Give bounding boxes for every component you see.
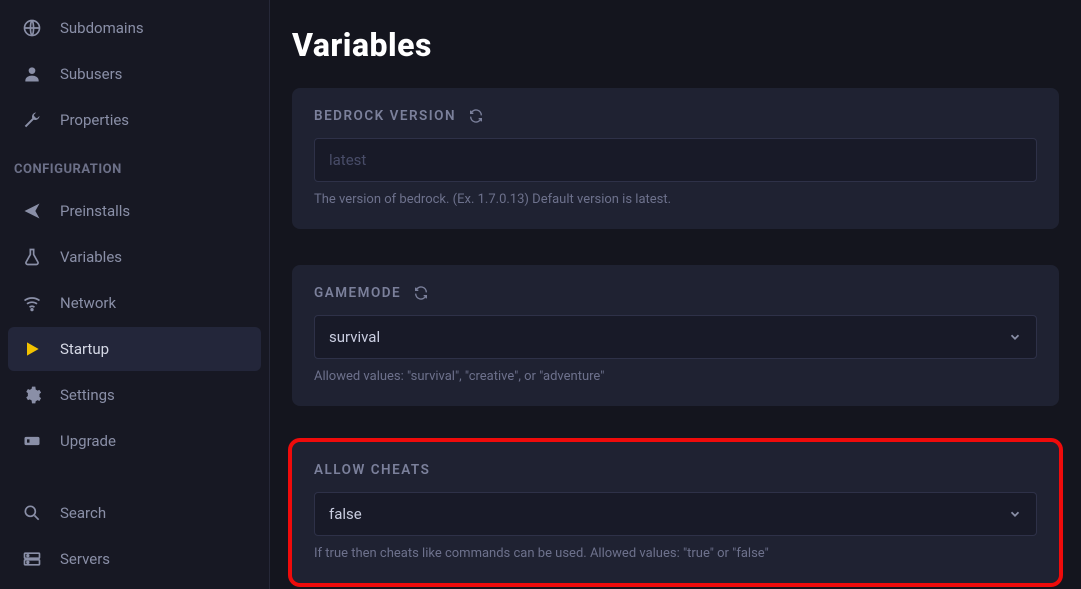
flask-icon: [22, 247, 42, 267]
sidebar-item-label: Properties: [60, 111, 129, 129]
send-icon: [22, 201, 42, 221]
page-title: Variables: [292, 26, 1059, 64]
gamemode-select[interactable]: survival: [314, 315, 1037, 359]
wrench-icon: [22, 110, 42, 130]
sidebar-item-properties[interactable]: Properties: [8, 98, 261, 142]
user-icon: [22, 64, 42, 84]
globe-icon: [22, 18, 42, 38]
sidebar: Subdomains Subusers Properties CONFIGURA…: [0, 0, 270, 589]
sidebar-item-label: Servers: [60, 550, 110, 568]
sidebar-item-label: Settings: [60, 386, 115, 404]
card-allow-cheats: ALLOW CHEATS false If true then cheats l…: [292, 442, 1059, 583]
select-value: false: [329, 505, 362, 523]
sidebar-item-label: Subusers: [60, 65, 122, 83]
wifi-icon: [22, 293, 42, 313]
chevron-down-icon: [1008, 507, 1022, 521]
sidebar-item-label: Startup: [60, 340, 109, 358]
sidebar-item-label: Search: [60, 504, 106, 522]
card-label: ALLOW CHEATS: [314, 462, 430, 478]
sidebar-item-settings[interactable]: Settings: [8, 373, 261, 417]
card-label: BEDROCK VERSION: [314, 108, 456, 124]
sidebar-item-search[interactable]: Search: [8, 491, 261, 535]
main-content: Variables BEDROCK VERSION latest The ver…: [270, 0, 1081, 589]
sidebar-item-subdomains[interactable]: Subdomains: [8, 6, 261, 50]
sidebar-item-subusers[interactable]: Subusers: [8, 52, 261, 96]
sidebar-heading-config: CONFIGURATION: [0, 148, 269, 183]
sidebar-item-label: Variables: [60, 248, 122, 266]
server-icon: [22, 549, 42, 569]
chevron-down-icon: [1008, 330, 1022, 344]
help-text: Allowed values: "survival", "creative", …: [314, 369, 1037, 384]
sidebar-item-servers[interactable]: Servers: [8, 537, 261, 581]
sidebar-item-label: Preinstalls: [60, 202, 130, 220]
card-gamemode: GAMEMODE survival Allowed values: "survi…: [292, 265, 1059, 406]
gear-icon: [22, 385, 42, 405]
search-icon: [22, 503, 42, 523]
card-bedrock-version: BEDROCK VERSION latest The version of be…: [292, 88, 1059, 229]
card-label: GAMEMODE: [314, 285, 401, 301]
sidebar-item-upgrade[interactable]: Upgrade: [8, 419, 261, 463]
input-placeholder: latest: [329, 151, 366, 169]
sidebar-item-variables[interactable]: Variables: [8, 235, 261, 279]
bedrock-version-input[interactable]: latest: [314, 138, 1037, 182]
sidebar-item-startup[interactable]: Startup: [8, 327, 261, 371]
play-icon: [22, 339, 42, 359]
sidebar-item-label: Network: [60, 294, 116, 312]
ticket-icon: [22, 431, 42, 451]
sidebar-item-preinstalls[interactable]: Preinstalls: [8, 189, 261, 233]
refresh-icon[interactable]: [413, 285, 429, 301]
select-value: survival: [329, 328, 380, 346]
help-text: If true then cheats like commands can be…: [314, 546, 1037, 561]
refresh-icon[interactable]: [468, 108, 484, 124]
sidebar-item-label: Subdomains: [60, 19, 144, 37]
sidebar-item-dedicated[interactable]: Dedicated: [8, 583, 261, 589]
help-text: The version of bedrock. (Ex. 1.7.0.13) D…: [314, 192, 1037, 207]
sidebar-item-label: Upgrade: [60, 432, 116, 450]
sidebar-item-network[interactable]: Network: [8, 281, 261, 325]
allow-cheats-select[interactable]: false: [314, 492, 1037, 536]
